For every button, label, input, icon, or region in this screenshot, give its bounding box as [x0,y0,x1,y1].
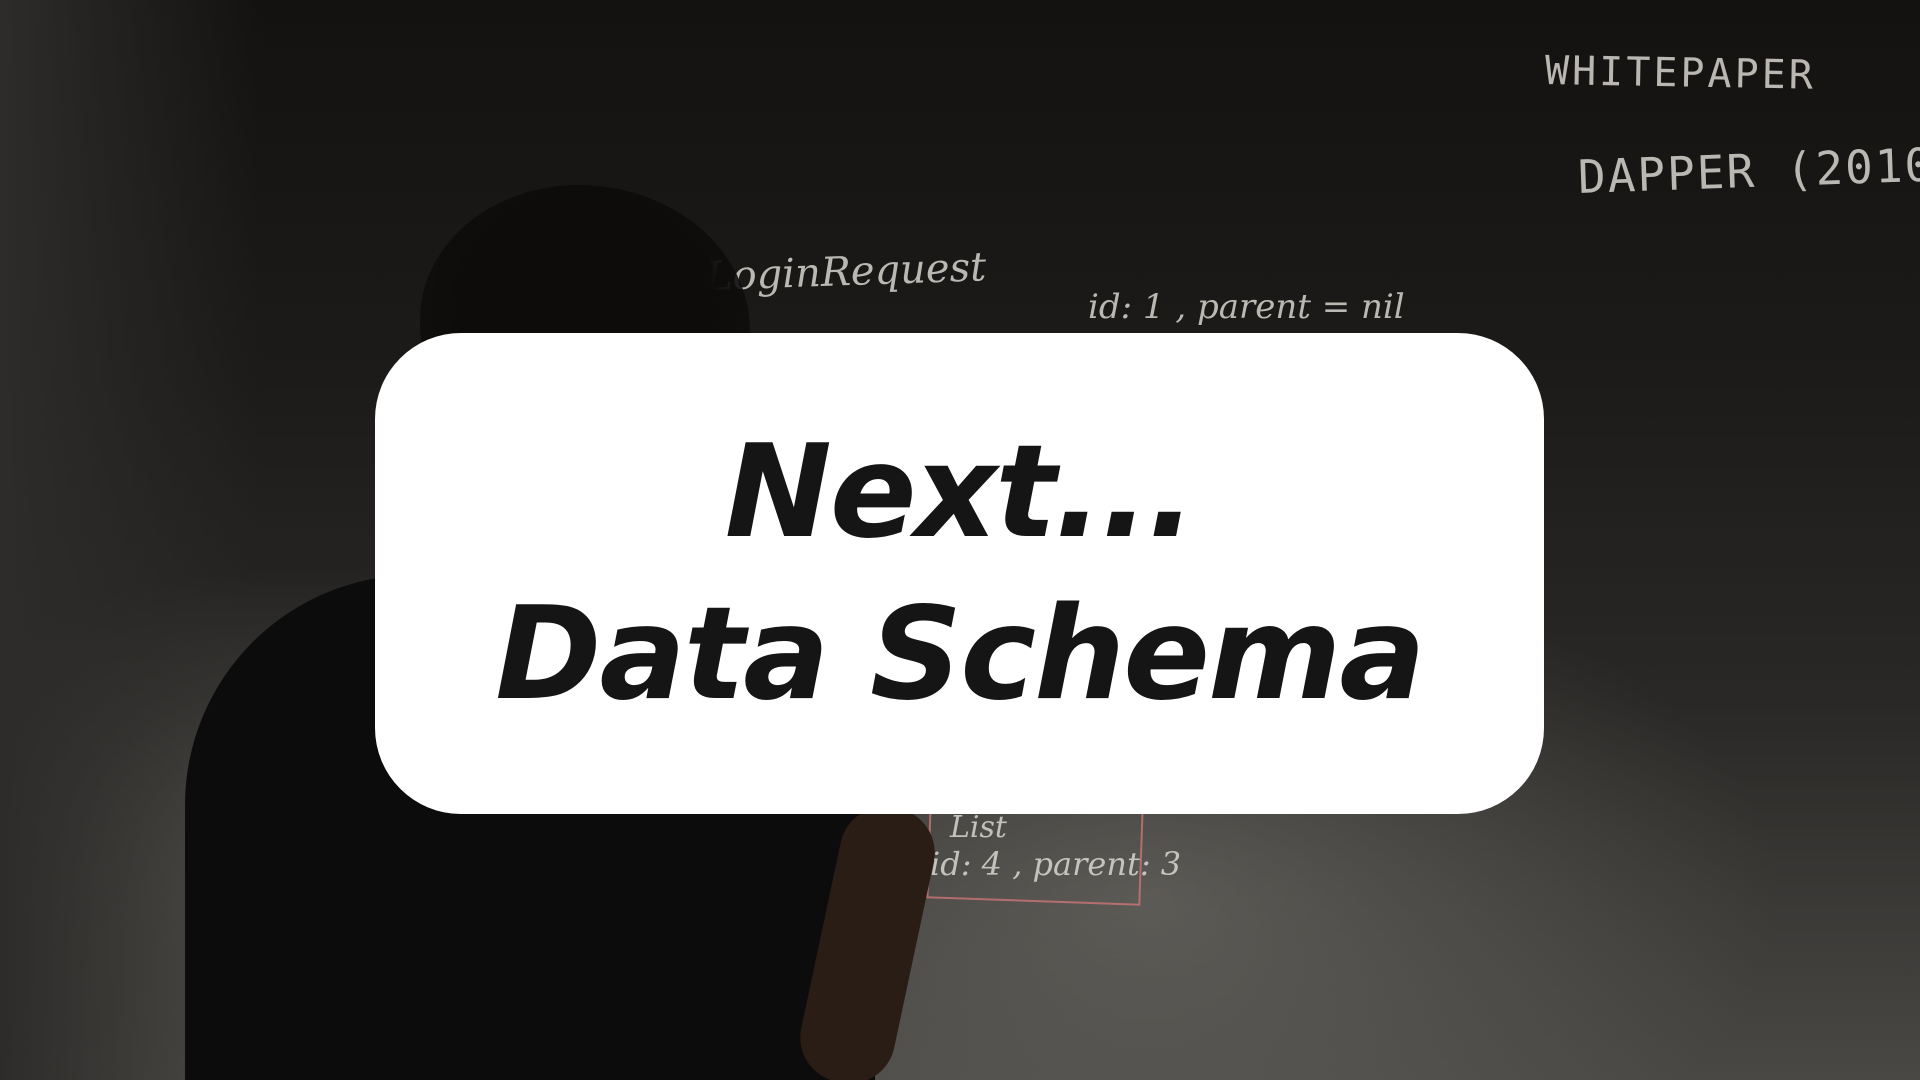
board-text-child-span: id: 4 , parent: 3 [930,845,1182,883]
board-text-root-span: id: 1 , parent = nil [1088,287,1405,327]
title-card-line-1: Next... [724,417,1197,567]
board-text-dapper: DAPPER (2010) [1577,136,1920,204]
title-card-line-2: Data Schema [495,579,1425,729]
board-text-whitepaper: WHITEPAPER [1544,48,1817,99]
title-card: Next... Data Schema [375,333,1544,814]
video-frame: WHITEPAPER DAPPER (2010) LoginRequest id… [0,0,1920,1080]
board-text-child-label: List [950,810,1007,845]
